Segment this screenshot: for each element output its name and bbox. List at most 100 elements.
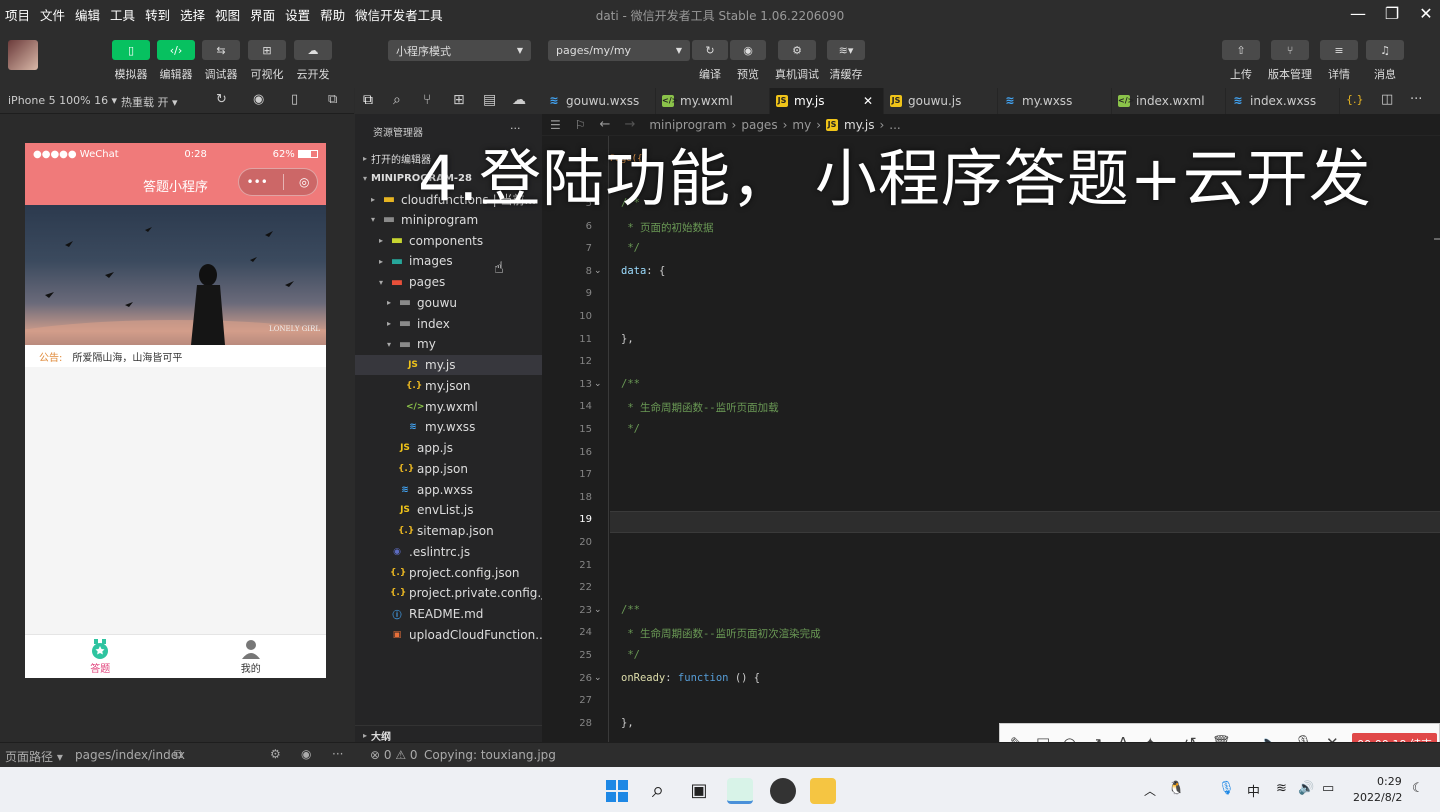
version-button[interactable]: ⑂ <box>1271 40 1309 60</box>
volume-icon[interactable]: 🔊 <box>1298 781 1314 796</box>
code-line[interactable]: onReady: function () { <box>621 672 760 684</box>
split-editor-icon[interactable]: ◫ <box>1381 92 1393 107</box>
close-capsule-icon[interactable]: ◎ <box>299 175 309 189</box>
code-line[interactable]: }, <box>621 717 634 729</box>
extensions-icon[interactable]: ⊞ <box>453 92 465 108</box>
menu-item[interactable]: 微信开发者工具 <box>350 5 448 24</box>
clear-cache-button[interactable]: ≋▾ <box>827 40 865 60</box>
details-button[interactable]: ≡ <box>1320 40 1358 60</box>
tree-item[interactable]: ▸ ▬ components <box>355 231 542 251</box>
visual-toggle[interactable]: ⊞ <box>248 40 286 60</box>
fold-chevron-icon[interactable]: ⌄ <box>594 266 602 276</box>
popout-icon[interactable]: ⧉ <box>328 92 337 107</box>
page-path-select[interactable]: pages/my/my ▼ <box>548 40 690 61</box>
page-path-menu[interactable]: 页面路径 ▾ <box>5 748 63 765</box>
debugger-toggle[interactable]: ⇆ <box>202 40 240 60</box>
menu-capsule[interactable]: ••• ◎ <box>238 168 318 196</box>
code-line[interactable]: /** <box>621 378 640 390</box>
menu-item[interactable]: 界面 <box>245 5 280 24</box>
tree-item[interactable]: ▸ ▬ index <box>355 314 542 334</box>
tree-item[interactable]: {.} app.json <box>355 459 542 479</box>
clock-date[interactable]: 2022/8/2 <box>1353 791 1402 804</box>
code-line[interactable]: */ <box>621 242 640 254</box>
phone-icon[interactable]: ▯ <box>291 92 298 107</box>
notification-icon[interactable]: ☾ <box>1412 781 1424 796</box>
simulator-toggle[interactable]: ▯ <box>112 40 150 60</box>
chevron-right-icon[interactable]: ▸ <box>383 319 395 328</box>
menu-item[interactable]: 项目 <box>0 5 35 24</box>
tree-item[interactable]: ▾ ▬ pages <box>355 272 542 292</box>
minimize-button[interactable]: — <box>1346 4 1370 23</box>
layout-icon[interactable]: ▤ <box>483 92 496 108</box>
wifi-icon[interactable]: ≋ <box>1276 781 1287 796</box>
device-select[interactable]: iPhone 5 100% 16 ▾ <box>8 94 117 107</box>
windows-start-icon[interactable] <box>604 778 630 804</box>
fold-chevron-icon[interactable]: ⌄ <box>594 605 602 615</box>
app-taskbar-icon[interactable] <box>770 778 796 804</box>
code-line[interactable]: * 生命周期函数--监听页面加载 <box>621 400 778 415</box>
messages-button[interactable]: ♫ <box>1366 40 1404 60</box>
search-taskbar-icon[interactable]: ⌕ <box>645 778 671 804</box>
chevron-right-icon[interactable]: ▸ <box>367 195 379 204</box>
menu-item[interactable]: 设置 <box>280 5 315 24</box>
clock-time[interactable]: 0:29 <box>1377 775 1402 788</box>
tray-mic-icon[interactable]: 🎙 <box>1218 781 1235 796</box>
code-line[interactable]: */ <box>621 649 640 661</box>
task-view-icon[interactable]: ▣ <box>686 778 712 804</box>
tray-chevron-icon[interactable]: ︿ <box>1144 782 1156 799</box>
docker-icon[interactable]: ☁ <box>512 92 526 108</box>
scrollbar-marker[interactable] <box>1434 238 1440 240</box>
tree-item[interactable]: ≋ my.wxss <box>355 417 542 437</box>
tab-mine[interactable]: 我的 <box>176 635 327 678</box>
tab-gouwu-js[interactable]: JS gouwu.js <box>884 88 998 114</box>
tree-item[interactable]: {.} my.json <box>355 376 542 396</box>
copy-icon[interactable]: ⧉ <box>174 747 183 762</box>
git-icon[interactable]: ⑂ <box>423 92 431 108</box>
tree-item[interactable]: ⓘ README.md <box>355 604 542 624</box>
code-line[interactable]: }, <box>621 333 634 345</box>
fold-chevron-icon[interactable]: ⌄ <box>594 379 602 389</box>
tree-item[interactable]: {.} project.config.json <box>355 563 542 583</box>
more-dots-icon[interactable]: ••• <box>247 175 268 189</box>
code-line[interactable]: * 页面的初始数据 <box>621 220 713 235</box>
debug-icon[interactable]: ⚙ <box>270 747 281 761</box>
compile-button[interactable]: ↻ <box>692 40 728 60</box>
menu-item[interactable]: 选择 <box>175 5 210 24</box>
tree-item[interactable]: ▾ ▬ my <box>355 334 542 354</box>
tree-item[interactable]: ▸ ▬ images <box>355 251 542 271</box>
code-line[interactable]: /** <box>621 604 640 616</box>
ime-indicator[interactable]: 中 <box>1247 781 1260 800</box>
editor-toggle[interactable]: ‹/› <box>157 40 195 60</box>
close-window-button[interactable]: ✕ <box>1414 4 1438 23</box>
menu-item[interactable]: 编辑 <box>70 5 105 24</box>
mode-select[interactable]: 小程序模式 ▼ <box>388 40 531 61</box>
tree-item[interactable]: JS app.js <box>355 438 542 458</box>
search-icon[interactable]: ⌕ <box>393 92 401 108</box>
eye-icon[interactable]: ◉ <box>301 747 311 761</box>
real-debug-button[interactable]: ⚙ <box>778 40 816 60</box>
tree-item[interactable]: ▸ ▬ gouwu <box>355 293 542 313</box>
more-status-icon[interactable]: ··· <box>332 747 343 761</box>
tree-item[interactable]: {.}project.private.config.js... <box>355 583 542 603</box>
tab-index-wxss[interactable]: ≋ index.wxss <box>1226 88 1340 114</box>
json-tab-partial-icon[interactable]: {.} <box>1346 93 1364 106</box>
tree-item[interactable]: ▣ uploadCloudFunction.... <box>355 625 542 645</box>
cloud-toggle[interactable]: ☁ <box>294 40 332 60</box>
avatar[interactable] <box>8 40 38 70</box>
menu-item[interactable]: 文件 <box>35 5 70 24</box>
menu-item[interactable]: 视图 <box>210 5 245 24</box>
code-line[interactable]: * 生命周期函数--监听页面初次渲染完成 <box>621 626 820 641</box>
chevron-right-icon[interactable]: ▸ <box>375 257 387 266</box>
tab-gouwu-wxss[interactable]: ≋ gouwu.wxss <box>542 88 656 114</box>
more-icon[interactable]: ··· <box>1410 92 1422 107</box>
problems-count[interactable]: ⊗ 0 ⚠ 0 <box>370 748 418 762</box>
menu-item[interactable]: 工具 <box>105 5 140 24</box>
tree-item[interactable]: ≋ app.wxss <box>355 480 542 500</box>
upload-button[interactable]: ⇧ <box>1222 40 1260 60</box>
tab-my-js[interactable]: JS my.js ✕ <box>770 88 884 114</box>
tab-answer[interactable]: 答题 <box>25 635 176 678</box>
refresh-icon[interactable]: ↻ <box>216 92 227 107</box>
code-line[interactable]: */ <box>621 423 640 435</box>
file-explorer-taskbar-icon[interactable] <box>810 778 836 804</box>
files-icon[interactable]: ⧉ <box>363 92 373 108</box>
